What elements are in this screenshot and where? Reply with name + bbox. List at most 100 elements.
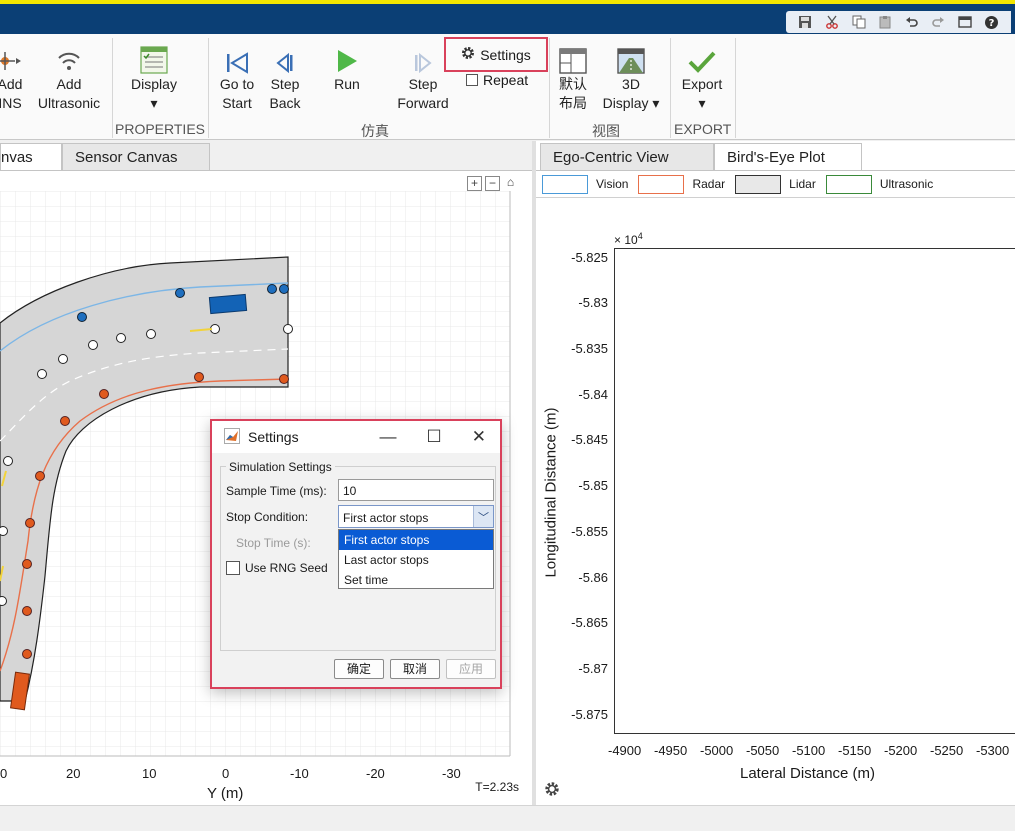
maximize-icon[interactable]: ☐ [427, 427, 442, 447]
waypoint-marker[interactable] [22, 606, 32, 616]
waypoint-marker[interactable] [37, 369, 47, 379]
default-layout-button[interactable]: 默认 布局 [555, 40, 591, 113]
waypoint-marker[interactable] [279, 374, 289, 384]
repeat-checkbox[interactable] [466, 74, 478, 86]
step-back-label: Step Back [269, 76, 301, 111]
waypoint-marker[interactable] [99, 389, 109, 399]
x-tick-label: -5000 [700, 743, 734, 758]
cancel-button[interactable]: 取消 [390, 659, 440, 679]
go-to-start-button[interactable]: Go to Start [214, 40, 260, 113]
settings-button[interactable]: Settings [444, 37, 548, 72]
add-ultrasonic-button[interactable]: Add Ultrasonic [33, 40, 105, 113]
run-button[interactable]: Run [326, 40, 368, 94]
waypoint-marker[interactable] [22, 649, 32, 659]
waypoint-marker[interactable] [0, 526, 8, 536]
display-3d-button[interactable]: 3D Display ▾ [598, 40, 664, 113]
vision-swatch [542, 174, 588, 194]
home-icon[interactable]: ⌂ [503, 176, 518, 191]
x-tick-label: -5050 [746, 743, 780, 758]
separator [208, 38, 209, 138]
simulation-section-label: 仿真 [361, 123, 389, 139]
add-ins-button[interactable]: Add INS [0, 40, 26, 113]
window-controls: — ☐ ✕ [380, 427, 487, 447]
use-rng-seed-label: Use RNG Seed [245, 561, 328, 575]
ultrasonic-icon [54, 40, 84, 74]
waypoint-marker[interactable] [35, 471, 45, 481]
zoom-out-icon[interactable]: − [485, 176, 500, 191]
copy-icon[interactable] [851, 14, 867, 30]
ego-vehicle[interactable] [208, 293, 248, 315]
option-last-actor-stops[interactable]: Last actor stops [339, 550, 493, 570]
canvas-toolbar: + − ⌂ [467, 176, 518, 191]
waypoint-marker[interactable] [22, 559, 32, 569]
export-label: Export [681, 76, 723, 92]
waypoint-marker[interactable] [88, 340, 98, 350]
save-icon[interactable] [797, 14, 813, 30]
sensor-view-panel: Ego-Centric View Bird's-Eye Plot Vision … [536, 141, 1015, 805]
simulation-time: T=2.23s [475, 780, 519, 794]
window-switch-icon[interactable] [957, 14, 973, 30]
y-tick-label: -5.835 [571, 341, 608, 356]
view-section-label: 视图 [592, 123, 620, 139]
waypoint-marker[interactable] [175, 288, 185, 298]
close-icon[interactable]: ✕ [472, 427, 486, 447]
sample-time-input[interactable]: 10 [338, 479, 494, 501]
cut-icon[interactable] [824, 14, 840, 30]
svg-text:?: ? [989, 18, 995, 29]
stop-condition-dropdown[interactable]: First actor stops ﹀ [338, 505, 494, 528]
x-tick-label: -5250 [930, 743, 964, 758]
waypoint-marker[interactable] [60, 416, 70, 426]
ins-icon [0, 40, 23, 74]
apply-button[interactable]: 应用 [446, 659, 496, 679]
step-back-button[interactable]: Step Back [264, 40, 306, 113]
matlab-logo-icon [224, 427, 240, 447]
minimize-icon[interactable]: — [380, 427, 397, 447]
repeat-label: Repeat [483, 72, 529, 88]
paste-icon[interactable] [877, 14, 893, 30]
y-tick-label: -5.87 [578, 661, 608, 676]
help-icon[interactable]: ? [984, 14, 1000, 30]
waypoint-marker[interactable] [194, 372, 204, 382]
chevron-down-icon: ▾ [150, 95, 158, 111]
tab-birds-eye-plot[interactable]: Bird's-Eye Plot [714, 143, 862, 170]
tab-ego-centric-view[interactable]: Ego-Centric View [540, 143, 714, 170]
use-rng-seed-toggle[interactable]: Use RNG Seed [226, 561, 328, 575]
waypoint-marker[interactable] [58, 354, 68, 364]
export-button[interactable]: Export ▾ [676, 40, 728, 113]
redo-icon[interactable] [930, 14, 946, 30]
x-axis: 0 20 10 0 -10 -20 -30 Y (m) [0, 761, 510, 802]
dialog-title-bar[interactable]: Settings — ☐ ✕ [212, 421, 500, 453]
lidar-swatch [735, 174, 782, 194]
waypoint-marker[interactable] [3, 456, 13, 466]
tab-sensor-canvas[interactable]: Sensor Canvas [62, 143, 210, 170]
birds-eye-plot[interactable]: × 104 -5.825 -5.83 -5.835 -5.84 -5.845 -… [536, 198, 1015, 805]
zoom-in-icon[interactable]: + [467, 176, 482, 191]
waypoint-marker[interactable] [267, 284, 277, 294]
waypoint-marker[interactable] [77, 312, 87, 322]
layout-icon [559, 40, 587, 74]
go-to-start-icon [224, 40, 250, 74]
stop-condition-options: First actor stops Last actor stops Set t… [338, 529, 494, 589]
display-button[interactable]: Display ▾ [124, 40, 184, 113]
use-rng-seed-checkbox[interactable] [226, 561, 240, 575]
option-first-actor-stops[interactable]: First actor stops [339, 530, 493, 550]
waypoint-marker[interactable] [116, 333, 126, 343]
ok-button[interactable]: 确定 [334, 659, 384, 679]
x-tick-label: 10 [142, 766, 157, 781]
waypoint-marker[interactable] [25, 518, 35, 528]
sample-time-label: Sample Time (ms): [226, 484, 327, 498]
gear-icon[interactable] [544, 781, 560, 800]
waypoint-marker[interactable] [279, 284, 289, 294]
display-3d-label: 3D Display ▾ [602, 76, 660, 111]
y-tick-label: -5.86 [578, 570, 608, 585]
waypoint-marker[interactable] [0, 596, 7, 606]
repeat-toggle[interactable]: Repeat [466, 72, 528, 88]
waypoint-marker[interactable] [283, 324, 293, 334]
option-set-time[interactable]: Set time [339, 570, 493, 590]
undo-icon[interactable] [904, 14, 920, 30]
step-forward-icon [412, 40, 434, 74]
chevron-down-icon[interactable]: ﹀ [473, 506, 493, 527]
stop-condition-value: First actor stops [343, 511, 429, 525]
tab-scenario-canvas[interactable]: nvas [0, 143, 62, 170]
waypoint-marker[interactable] [146, 329, 156, 339]
